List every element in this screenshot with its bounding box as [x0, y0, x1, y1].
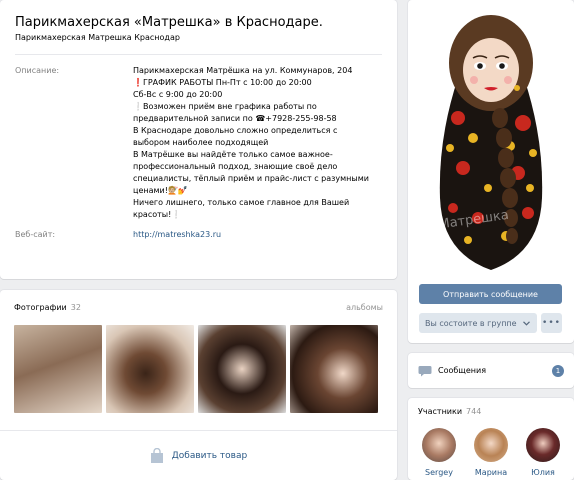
description-line: Сб-Вс с 9:00 до 20:00	[133, 90, 223, 99]
member-name[interactable]: Юлия	[531, 468, 555, 477]
description-row: Описание: Парикмахерская Матрёшка на ул.…	[15, 65, 382, 221]
photos-title[interactable]: Фотографии	[14, 303, 67, 312]
member-name[interactable]: Sergey	[425, 468, 453, 477]
members-card: Участники 744 Sergey Марина Юлия	[408, 398, 574, 480]
description-line: специалисты, тёплый приём и прайс-лист с…	[133, 174, 369, 183]
photo-thumbnails	[14, 325, 378, 413]
description-line: В Матрёшке вы найдёте только самое важно…	[133, 150, 333, 159]
members-title[interactable]: Участники	[418, 407, 462, 416]
photos-card: Фотографии 32 альбомы Добавить товар	[0, 290, 397, 480]
member-item[interactable]: Марина	[472, 428, 510, 477]
photo-thumbnail[interactable]	[290, 325, 378, 413]
members-list: Sergey Марина Юлия	[420, 428, 562, 477]
description-line: Ничего лишнего, только самое главное для…	[133, 198, 350, 207]
description-line: ценами!💇🏼💅	[133, 186, 188, 195]
website-label: Веб-сайт:	[15, 230, 56, 239]
description-label: Описание:	[15, 66, 60, 75]
member-name[interactable]: Марина	[475, 468, 507, 477]
more-actions-button[interactable]: •••	[541, 313, 562, 333]
matryoshka-avatar[interactable]: Матрешка	[418, 8, 564, 273]
avatar[interactable]	[474, 428, 508, 462]
avatar[interactable]	[526, 428, 560, 462]
website-link[interactable]: http://matreshka23.ru	[133, 230, 221, 239]
description-line: выбором наиболее подходящей	[133, 138, 269, 147]
member-item[interactable]: Юлия	[524, 428, 562, 477]
description-line: Парикмахерская Матрёшка на ул. Коммунаро…	[133, 66, 353, 75]
description-line: В Краснодаре довольно сложно определитьс…	[133, 126, 338, 135]
description-line: предварительной записи по ☎+7928-255-98-…	[133, 114, 337, 123]
chevron-down-icon	[522, 320, 530, 326]
website-row: Веб-сайт: http://matreshka23.ru	[15, 229, 382, 241]
description-line: ❕Возможен приём вне графика работы по	[133, 102, 317, 111]
photo-thumbnail[interactable]	[14, 325, 102, 413]
shopping-bag-icon	[150, 448, 163, 463]
membership-label: Вы состоите в группе	[425, 318, 517, 328]
divider	[0, 430, 397, 431]
group-avatar-card: Матрешка Отправить сообщение Вы состоите…	[408, 0, 574, 343]
messages-count-badge: 1	[552, 364, 564, 377]
membership-dropdown[interactable]: Вы состоите в группе	[419, 313, 537, 333]
photo-thumbnail[interactable]	[198, 325, 286, 413]
photo-thumbnail[interactable]	[106, 325, 194, 413]
add-goods-label: Добавить товар	[171, 451, 248, 461]
send-message-button[interactable]: Отправить сообщение	[419, 284, 562, 304]
description-line: ❗ГРАФИК РАБОТЫ Пн-Пт с 10:00 до 20:00	[133, 78, 312, 87]
group-title: Парикмахерская «Матрешка» в Краснодаре.	[15, 15, 323, 30]
messages-label: Сообщения	[438, 366, 487, 375]
photos-count: 32	[70, 303, 81, 312]
albums-link[interactable]: альбомы	[346, 303, 383, 312]
chat-bubble-icon	[418, 365, 432, 376]
group-subtitle: Парикмахерская Матрешка Краснодар	[15, 33, 180, 42]
description-line: красоты!❕	[133, 210, 182, 219]
avatar[interactable]	[422, 428, 456, 462]
description-text: Парикмахерская Матрёшка на ул. Коммунаро…	[133, 65, 378, 221]
messages-card[interactable]: Сообщения 1	[408, 353, 574, 388]
group-info-card: Парикмахерская «Матрешка» в Краснодаре. …	[0, 0, 397, 279]
members-count: 744	[466, 407, 482, 416]
member-item[interactable]: Sergey	[420, 428, 458, 477]
divider	[15, 54, 382, 55]
description-line: профессиональный подход, знающие своё де…	[133, 162, 338, 171]
add-goods-button[interactable]: Добавить товар	[0, 448, 397, 464]
